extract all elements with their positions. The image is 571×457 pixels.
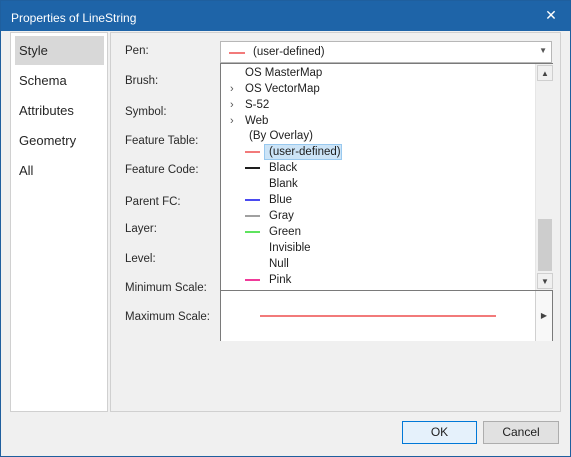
cancel-button[interactable]: Cancel (483, 421, 559, 444)
symbol-label: Symbol: (125, 106, 167, 118)
chevron-right-icon[interactable]: › (230, 113, 234, 129)
pen-preview: ▶ (221, 290, 552, 341)
pen-swatch (245, 231, 260, 233)
list-item-label: Blue (269, 194, 293, 206)
pen-value: (user-defined) (253, 46, 325, 58)
chevron-down-icon[interactable]: ▼ (539, 46, 547, 55)
list-item-label: Gray (269, 210, 294, 222)
pen-swatch (245, 279, 260, 281)
list-item-label: Null (269, 258, 289, 270)
pen-dropdown: OS MasterMap › OS VectorMap › S-52 › Web… (220, 63, 553, 341)
title-bar: Properties of LineString ✕ (1, 1, 570, 31)
scroll-up-icon[interactable]: ▲ (537, 65, 553, 81)
list-item-by-overlay[interactable]: (By Overlay) (249, 128, 313, 144)
nav-item-attributes[interactable]: Attributes (15, 96, 104, 125)
pen-swatch (245, 215, 260, 217)
list-item-green[interactable]: Green (221, 224, 521, 240)
feature-table-label: Feature Table: (125, 135, 199, 147)
list-item-label: Pink (269, 274, 292, 286)
pen-swatch (245, 199, 260, 201)
nav-item-schema[interactable]: Schema (15, 66, 104, 95)
list-item-blue[interactable]: Blue (221, 192, 521, 208)
list-item-label: Blank (269, 178, 298, 190)
list-item-os-vectormap[interactable]: › OS VectorMap (221, 81, 521, 97)
close-icon[interactable]: ✕ (536, 4, 566, 26)
pen-preview-line (260, 315, 496, 317)
category-list: Style Schema Attributes Geometry All (10, 32, 108, 412)
list-item-label: S-52 (245, 99, 270, 111)
properties-dialog: Properties of LineString ✕ Style Schema … (0, 0, 571, 457)
list-item-pink[interactable]: Pink (221, 272, 521, 288)
pen-label: Pen: (125, 45, 149, 57)
list-item-s52[interactable]: › S-52 (221, 97, 521, 113)
brush-label: Brush: (125, 75, 159, 87)
list-item-label: Invisible (269, 242, 311, 254)
list-item-label: (By Overlay) (249, 130, 313, 142)
pen-swatch (245, 151, 260, 153)
list-item-web[interactable]: › Web (221, 113, 521, 129)
list-item-user-defined[interactable]: (user-defined) (221, 144, 521, 160)
dropdown-scrollbar[interactable]: ▲ ▼ (535, 64, 553, 290)
list-item-blank[interactable]: Blank (221, 176, 521, 192)
list-item-label: Web (245, 115, 269, 127)
list-item-null[interactable]: Null (221, 256, 521, 272)
list-item-invisible[interactable]: Invisible (221, 240, 521, 256)
level-label: Level: (125, 253, 156, 265)
nav-item-geometry[interactable]: Geometry (15, 126, 104, 155)
chevron-right-icon[interactable]: › (230, 81, 234, 97)
list-item-label: OS MasterMap (245, 67, 323, 79)
list-item-gray[interactable]: Gray (221, 208, 521, 224)
nav-item-style[interactable]: Style (15, 36, 104, 65)
parent-fc-label: Parent FC: (125, 196, 181, 208)
chevron-right-icon[interactable]: › (230, 97, 234, 113)
pen-swatch (245, 167, 260, 169)
chevron-right-icon[interactable]: ▶ (535, 291, 552, 341)
maximum-scale-label: Maximum Scale: (125, 311, 210, 323)
ok-button[interactable]: OK (402, 421, 477, 444)
layer-label: Layer: (125, 223, 157, 235)
pen-combo[interactable]: (user-defined) ▼ (220, 41, 552, 63)
scroll-thumb[interactable] (538, 219, 552, 271)
list-item-label: (user-defined) (269, 146, 341, 158)
pen-list: OS MasterMap › OS VectorMap › S-52 › Web… (221, 64, 535, 290)
list-item-label: Green (269, 226, 301, 238)
scroll-down-icon[interactable]: ▼ (537, 273, 553, 289)
list-item-label: OS VectorMap (245, 83, 320, 95)
feature-code-label: Feature Code: (125, 164, 199, 176)
minimum-scale-label: Minimum Scale: (125, 282, 207, 294)
pen-swatch (229, 52, 245, 54)
list-item-label: Black (269, 162, 298, 174)
list-item-black[interactable]: Black (221, 160, 521, 176)
list-item-os-mastermap[interactable]: OS MasterMap (245, 65, 322, 81)
nav-item-all[interactable]: All (15, 156, 104, 185)
window-title: Properties of LineString (11, 11, 137, 25)
